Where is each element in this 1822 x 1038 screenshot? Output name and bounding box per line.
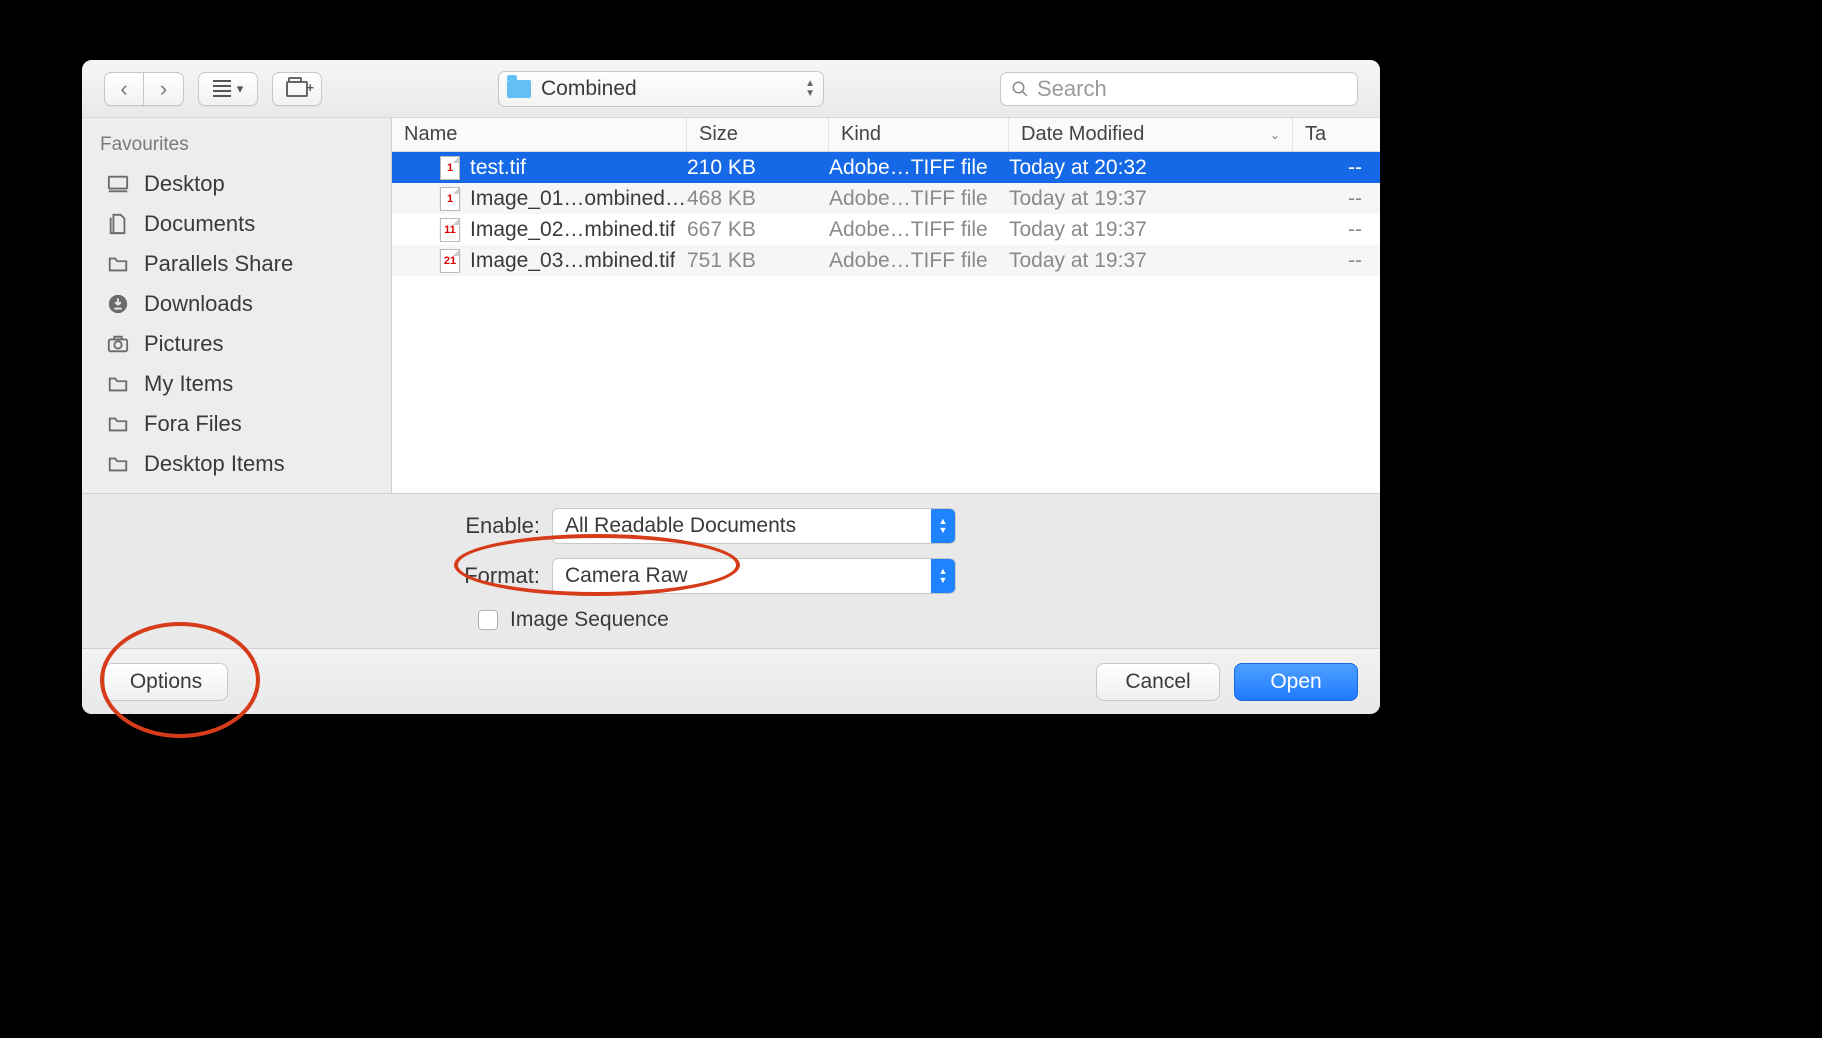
sidebar-item[interactable]: Downloads [82,284,391,324]
file-name: Image_01…ombined.tif [470,187,687,211]
file-size: 468 KB [687,187,829,211]
column-name[interactable]: Name [392,118,687,151]
sidebar-item-label: Desktop [144,171,225,197]
file-icon: 21 [440,249,460,273]
file-date: Today at 19:37 [1009,249,1293,273]
column-headers: Name Size Kind Date Modified ⌄ Ta [392,118,1380,152]
file-row[interactable]: 11 Image_02…mbined.tif 667 KBAdobe…TIFF fi… [392,214,1380,245]
options-button[interactable]: Options [104,663,228,701]
file-date: Today at 19:37 [1009,218,1293,242]
sidebar-item-label: Desktop Items [144,451,285,477]
enable-dropdown[interactable]: All Readable Documents ▲▼ [552,508,956,544]
file-tags: -- [1293,218,1380,242]
column-kind[interactable]: Kind [829,118,1009,151]
format-dropdown[interactable]: Camera Raw ▲▼ [552,558,956,594]
file-kind: Adobe…TIFF file [829,187,1009,211]
stepper-icon: ▲▼ [805,79,815,99]
sidebar-item[interactable]: Fora Files [82,404,391,444]
file-kind: Adobe…TIFF file [829,249,1009,273]
file-icon: 11 [440,218,460,242]
file-kind: Adobe…TIFF file [829,156,1009,180]
camera-icon [104,333,132,355]
sidebar-item[interactable]: Pictures [82,324,391,364]
chevron-left-icon: ‹ [120,78,127,100]
sidebar-item[interactable]: Documents [82,204,391,244]
sidebar-item[interactable]: My Items [82,364,391,404]
search-icon [1011,80,1029,98]
cancel-button[interactable]: Cancel [1096,663,1220,701]
list-icon [213,80,231,97]
file-name: test.tif [470,156,526,180]
file-tags: -- [1293,156,1380,180]
file-date: Today at 20:32 [1009,156,1293,180]
sidebar-item[interactable]: Parallels Share [82,244,391,284]
chevron-right-icon: › [160,78,167,100]
file-tags: -- [1293,249,1380,273]
image-sequence-checkbox[interactable] [478,610,498,630]
sidebar-section-label: Favourites [82,130,391,164]
nav-group: ‹ › [104,72,184,106]
sidebar-item-label: Pictures [144,331,223,357]
desktop-icon [104,173,132,195]
file-size: 751 KB [687,249,829,273]
location-selector[interactable]: Combined ▲▼ [498,71,824,107]
open-file-dialog: ‹ › ▾ Combined ▲▼ Search Favourites Desk [82,60,1380,714]
file-kind: Adobe…TIFF file [829,218,1009,242]
group-button[interactable] [272,72,322,106]
sidebar-item-label: Downloads [144,291,253,317]
toolbar: ‹ › ▾ Combined ▲▼ Search [82,60,1380,118]
file-size: 667 KB [687,218,829,242]
file-listing: Name Size Kind Date Modified ⌄ Ta 1 test.… [392,118,1380,493]
view-mode-button[interactable]: ▾ [198,72,258,106]
folder-icon [507,80,531,98]
sidebar-item-label: Fora Files [144,411,242,437]
forward-button[interactable]: › [144,72,184,106]
column-tags[interactable]: Ta [1293,118,1380,151]
sidebar-item[interactable]: Desktop [82,164,391,204]
search-placeholder: Search [1037,76,1107,102]
sidebar: Favourites Desktop Documents Parallels Sha… [82,118,392,493]
documents-icon [104,213,132,235]
location-label: Combined [541,77,795,101]
column-date-modified[interactable]: Date Modified ⌄ [1009,118,1293,151]
file-row[interactable]: 21 Image_03…mbined.tif 751 KBAdobe…TIFF fi… [392,245,1380,276]
folder-icon [104,453,132,475]
open-button[interactable]: Open [1234,663,1358,701]
file-rows: 1test.tif210 KBAdobe…TIFF fileToday at 2… [392,152,1380,493]
file-tags: -- [1293,187,1380,211]
body: Favourites Desktop Documents Parallels Sha… [82,118,1380,493]
sidebar-item-label: Documents [144,211,255,237]
search-input[interactable]: Search [1000,72,1358,106]
stepper-icon: ▲▼ [931,559,955,593]
file-name: Image_03…mbined.tif [470,249,675,273]
back-button[interactable]: ‹ [104,72,144,106]
sidebar-item-label: My Items [144,371,233,397]
file-row[interactable]: 1 test.tif 210 KBAdobe…TIFF fileToday at 2… [392,152,1380,183]
file-icon: 1 [440,156,460,180]
format-label: Format: [82,563,552,589]
enable-value: All Readable Documents [565,514,931,538]
folder-plus-icon [286,81,308,97]
file-name: Image_02…mbined.tif [470,218,675,242]
enable-label: Enable: [82,513,552,539]
folder-icon [104,373,132,395]
file-row[interactable]: 1 Image_01…ombined.tif468 KBAdobe…TIFF fi… [392,183,1380,214]
file-icon: 1 [440,187,460,211]
format-value: Camera Raw [565,564,931,588]
column-size[interactable]: Size [687,118,829,151]
sidebar-item-label: Parallels Share [144,251,293,277]
stepper-icon: ▲▼ [931,509,955,543]
column-date-label: Date Modified [1021,123,1144,146]
chevron-down-icon: ▾ [237,81,244,97]
download-icon [104,293,132,315]
options-panel: Enable: All Readable Documents ▲▼ Format… [82,493,1380,648]
image-sequence-label: Image Sequence [510,608,669,632]
folder-icon [104,253,132,275]
folder-icon [104,413,132,435]
footer: Options Cancel Open [82,648,1380,714]
chevron-down-icon: ⌄ [1270,128,1280,142]
file-size: 210 KB [687,156,829,180]
file-date: Today at 19:37 [1009,187,1293,211]
sidebar-item[interactable]: Desktop Items [82,444,391,484]
